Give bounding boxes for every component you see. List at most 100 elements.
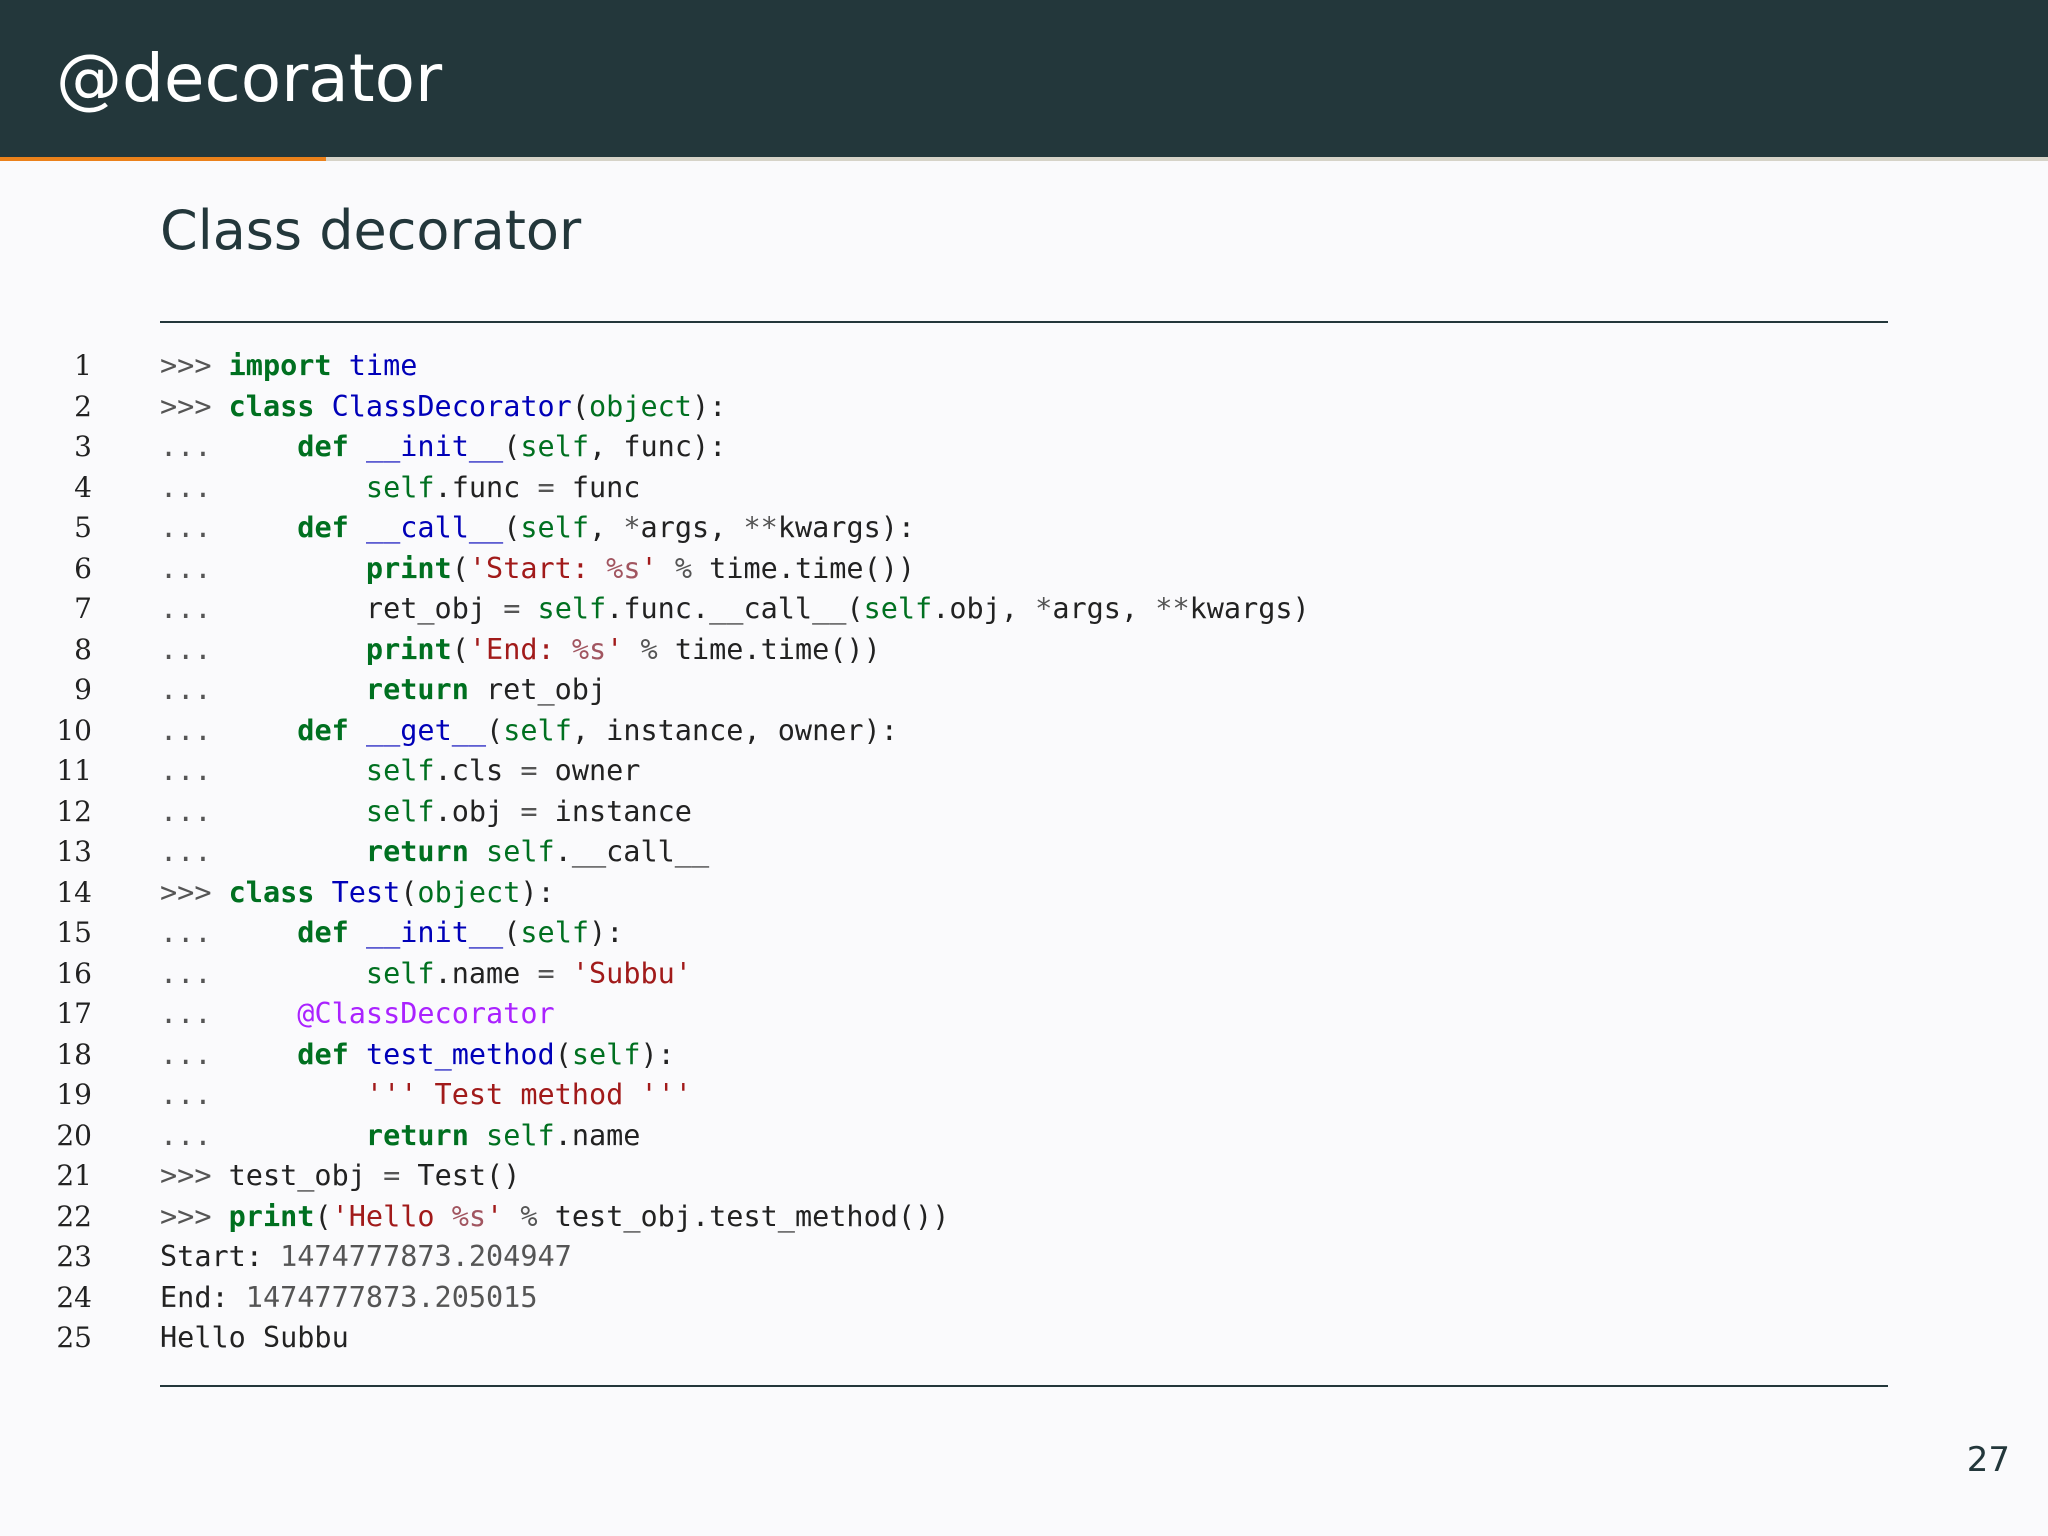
slide-subtitle: Class decorator bbox=[160, 199, 582, 262]
code-text: >>> class ClassDecorator(object): bbox=[160, 387, 726, 428]
line-number: 9 bbox=[74, 673, 92, 706]
code-token: time bbox=[348, 349, 418, 382]
line-number: 4 bbox=[74, 470, 92, 504]
code-text: >>> class Test(object): bbox=[160, 873, 555, 914]
code-text: End: 1474777873.205015 bbox=[160, 1278, 538, 1319]
code-token: __init__ bbox=[365, 430, 504, 463]
code-token: kwargs): bbox=[777, 511, 916, 544]
code-token: ... bbox=[160, 1078, 366, 1111]
code-token: >>> bbox=[160, 389, 229, 423]
code-text: Start: 1474777873.204947 bbox=[160, 1237, 572, 1278]
code-token: ret_obj bbox=[468, 673, 607, 706]
code-token: % bbox=[640, 632, 658, 666]
code-token: return bbox=[365, 835, 469, 868]
code-text: ... def test_method(self): bbox=[160, 1035, 675, 1076]
code-token: ( bbox=[451, 551, 469, 585]
code-token: .func bbox=[434, 470, 538, 504]
progress-bar-fill bbox=[0, 157, 326, 161]
line-number: 12 bbox=[56, 794, 92, 828]
code-token: args, bbox=[640, 511, 744, 544]
code-line: 11 ... self.cls = owner bbox=[0, 751, 2048, 792]
code-token: self bbox=[365, 956, 435, 990]
code-text: ... print('End: %s' % time.time()) bbox=[160, 630, 881, 671]
code-token: ' bbox=[486, 1199, 504, 1233]
line-number: 20 bbox=[56, 1118, 92, 1152]
line-number: 11 bbox=[56, 754, 92, 787]
code-token: ... bbox=[160, 592, 366, 625]
code-token: >>> bbox=[160, 875, 229, 909]
code-token: ... bbox=[160, 1118, 366, 1152]
code-line: 22 >>> print('Hello %s' % test_obj.test_m… bbox=[0, 1197, 2048, 1238]
code-token: ( bbox=[503, 511, 521, 544]
code-token: 'End: bbox=[468, 632, 572, 666]
code-token: , bbox=[589, 511, 624, 544]
code-token: ( bbox=[314, 1199, 332, 1233]
code-text: ... self.name = 'Subbu' bbox=[160, 954, 692, 995]
code-token: , instance, owner): bbox=[571, 713, 898, 747]
code-bottom-rule bbox=[160, 1385, 1888, 1387]
code-token: ' bbox=[606, 632, 624, 666]
code-token: ... bbox=[160, 956, 366, 990]
code-token: self bbox=[503, 713, 572, 747]
line-number: 5 bbox=[74, 511, 92, 544]
code-token: .obj bbox=[434, 794, 521, 828]
code-token: >>> bbox=[160, 1159, 229, 1192]
code-line: 10 ... def __get__(self, instance, owner)… bbox=[0, 711, 2048, 752]
code-line: 3... def __init__(self, func): bbox=[0, 427, 2048, 468]
code-token: object bbox=[589, 389, 692, 423]
code-line: 24 End: 1474777873.205015 bbox=[0, 1278, 2048, 1319]
code-line: 13... return self.__call__ bbox=[0, 832, 2048, 873]
code-line: 15... def __init__(self): bbox=[0, 913, 2048, 954]
code-token: .name bbox=[554, 1118, 641, 1152]
code-token: return bbox=[365, 1118, 469, 1152]
code-token: 'Start: bbox=[468, 551, 607, 585]
code-text: ... self.obj = instance bbox=[160, 792, 692, 833]
code-text: ... ret_obj = self.func.__call__(self.ob… bbox=[160, 589, 1310, 630]
line-number: 7 bbox=[74, 592, 92, 625]
code-token: ): bbox=[691, 389, 727, 423]
code-text: ... def __init__(self, func): bbox=[160, 427, 726, 468]
code-token: % bbox=[520, 1199, 538, 1233]
code-token: __call__ bbox=[365, 511, 504, 544]
code-text: ... def __call__(self, *args, **kwargs): bbox=[160, 508, 915, 549]
code-token: test_method bbox=[365, 1037, 555, 1071]
code-token: ... bbox=[160, 430, 298, 463]
code-text: ... def __init__(self): bbox=[160, 913, 623, 954]
code-token: ret_obj bbox=[365, 592, 504, 625]
code-line: 18... def test_method(self): bbox=[0, 1035, 2048, 1076]
code-line: 19... ''' Test method ''' bbox=[0, 1075, 2048, 1116]
code-token: ** bbox=[1155, 592, 1190, 625]
line-number: 24 bbox=[56, 1280, 92, 1314]
code-block: 1 >>> import time 2 >>> class ClassDecorato… bbox=[0, 346, 2048, 1359]
line-number: 13 bbox=[56, 835, 92, 868]
code-token: 1474777873.205015 bbox=[245, 1280, 538, 1314]
line-number: 10 bbox=[56, 713, 92, 747]
code-token: def bbox=[297, 916, 349, 949]
code-token: ( bbox=[503, 916, 521, 949]
code-token: object bbox=[417, 875, 521, 909]
code-token: __get__ bbox=[365, 713, 487, 747]
code-token: ): bbox=[589, 916, 624, 949]
code-token: ** bbox=[743, 511, 778, 544]
code-line: 4 ... self.func = func bbox=[0, 468, 2048, 509]
code-token: Start: bbox=[160, 1240, 281, 1273]
code-line: 23 Start: 1474777873.204947 bbox=[0, 1237, 2048, 1278]
code-text: ... self.cls = owner bbox=[160, 751, 640, 792]
code-token: 'Subbu' bbox=[571, 956, 692, 990]
code-token: self bbox=[520, 430, 590, 463]
line-number: 23 bbox=[56, 1240, 92, 1273]
line-number: 25 bbox=[56, 1321, 92, 1354]
code-token: self bbox=[486, 835, 555, 868]
code-text: ... self.func = func bbox=[160, 468, 640, 509]
code-token: >>> bbox=[160, 1199, 229, 1233]
code-text: ... def __get__(self, instance, owner): bbox=[160, 711, 898, 752]
